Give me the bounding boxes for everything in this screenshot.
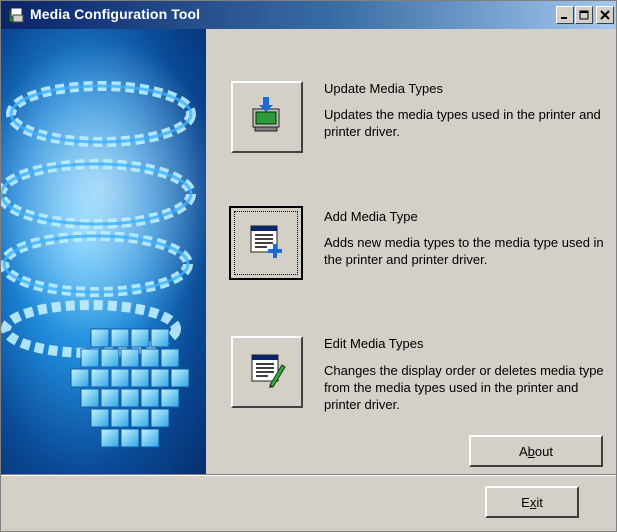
maximize-button[interactable] <box>575 6 593 24</box>
focus-ring <box>234 211 298 275</box>
close-icon <box>600 10 610 20</box>
add-media-type-title: Add Media Type <box>324 209 418 224</box>
exit-label: Exit <box>521 494 543 510</box>
add-media-type-button[interactable] <box>229 206 303 280</box>
update-media-types-description: Updates the media types used in the prin… <box>324 107 601 139</box>
minimize-icon <box>560 10 570 20</box>
title-bar[interactable]: Media Configuration Tool <box>1 1 616 29</box>
footer: Exit <box>1 476 616 531</box>
update-media-types-title: Update Media Types <box>324 81 443 96</box>
window-title: Media Configuration Tool <box>30 6 201 22</box>
media-configuration-window: Media Configuration Tool Update Media Ty… <box>0 0 617 532</box>
edit-media-types-button[interactable] <box>231 336 303 408</box>
exit-button[interactable]: Exit <box>485 486 579 518</box>
update-media-icon <box>248 95 286 140</box>
edit-media-types-description: Changes the display order or deletes med… <box>324 363 604 412</box>
maximize-icon <box>579 10 589 20</box>
app-icon <box>7 6 25 24</box>
minimize-button[interactable] <box>556 6 574 24</box>
update-media-types-button[interactable] <box>231 81 303 153</box>
about-label: About <box>519 443 553 459</box>
main-panel: Update Media Types Updates the media typ… <box>207 29 616 474</box>
edit-media-icon <box>248 351 286 394</box>
about-button[interactable]: About <box>469 435 603 467</box>
add-media-type-description: Adds new media types to the media type u… <box>324 235 604 267</box>
edit-media-types-title: Edit Media Types <box>324 336 424 351</box>
side-banner-image <box>1 29 206 474</box>
close-button[interactable] <box>596 6 614 24</box>
